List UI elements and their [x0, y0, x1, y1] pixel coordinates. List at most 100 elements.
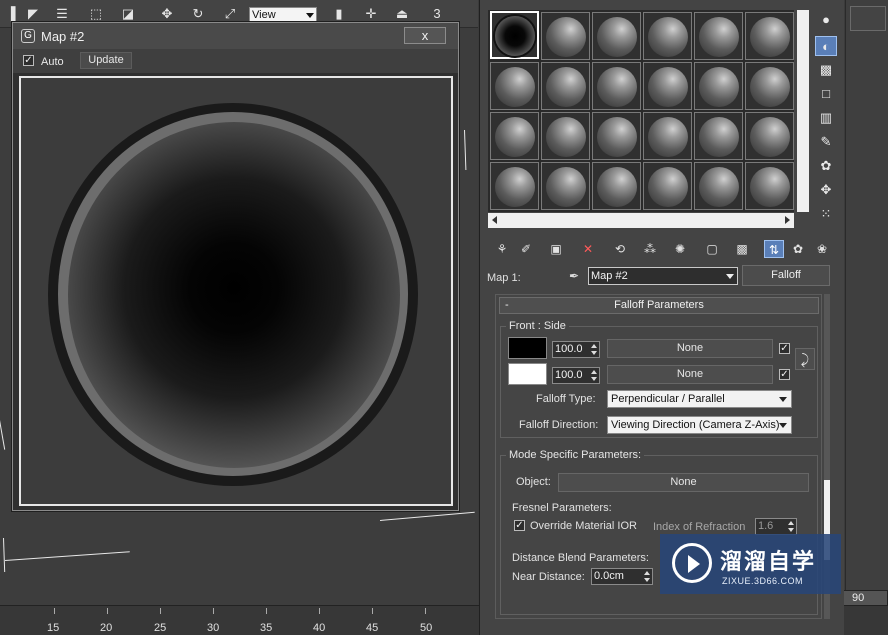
eyedropper-icon[interactable]: ✒	[566, 268, 582, 284]
rect-selection-icon[interactable]: ⬚	[87, 6, 105, 22]
auto-checkbox[interactable]: ✓	[23, 55, 34, 66]
command-panel-box[interactable]	[850, 6, 886, 31]
close-button[interactable]: x	[404, 27, 446, 44]
window-crossing-icon[interactable]: ◪	[119, 6, 137, 22]
near-distance-spinner[interactable]: 0.0cm	[591, 568, 653, 585]
material-slot[interactable]	[541, 62, 590, 110]
viewport-line	[3, 538, 6, 573]
material-slot[interactable]	[490, 112, 539, 160]
sample-uv-tiling-icon[interactable]: □	[815, 84, 837, 104]
material-slot[interactable]	[643, 62, 692, 110]
reset-map-icon[interactable]: ✕	[578, 240, 598, 258]
show-in-viewport-icon[interactable]: ▢	[702, 240, 722, 258]
make-unique-icon[interactable]: ⟲	[610, 240, 630, 258]
material-ball	[546, 167, 586, 207]
material-slot[interactable]	[745, 162, 794, 210]
material-slot[interactable]	[745, 62, 794, 110]
material-slot[interactable]	[592, 162, 641, 210]
material-slot[interactable]	[541, 162, 590, 210]
material-slot[interactable]	[694, 162, 743, 210]
backlight-icon[interactable]: ◐	[815, 36, 837, 56]
front-map-button[interactable]: None	[607, 339, 773, 358]
go-forward-sibling-icon[interactable]: ✿	[788, 240, 808, 258]
front-map-checkbox[interactable]: ✓	[779, 343, 790, 354]
material-slot[interactable]	[694, 112, 743, 160]
material-navigator-icon[interactable]: ⁙	[815, 204, 837, 224]
material-slot[interactable]	[490, 162, 539, 210]
timeline-tick-label: 20	[100, 622, 113, 634]
side-map-button[interactable]: None	[607, 365, 773, 384]
material-slot[interactable]	[541, 112, 590, 160]
front-amount-spinner[interactable]: 100.0	[552, 341, 600, 358]
material-slot[interactable]	[745, 112, 794, 160]
falloff-type-select[interactable]: Perpendicular / Parallel	[607, 390, 792, 408]
select-object-icon[interactable]: ◤	[24, 6, 42, 22]
material-slot[interactable]	[490, 11, 539, 59]
scale-icon[interactable]: ⤢	[221, 6, 239, 22]
side-map-checkbox[interactable]: ✓	[779, 369, 790, 380]
front-color-swatch[interactable]	[508, 337, 547, 359]
put-to-library-icon[interactable]: ⁂	[640, 240, 660, 258]
map-type-button[interactable]: Falloff	[742, 265, 830, 286]
material-ball	[495, 117, 535, 157]
get-material-icon[interactable]: ⚘	[492, 240, 512, 258]
override-ior-checkbox[interactable]: ✓	[514, 520, 525, 531]
scroll-right-icon[interactable]	[785, 216, 790, 224]
map-label: Map 1:	[487, 272, 521, 284]
material-slot[interactable]	[643, 112, 692, 160]
select-manipulate-icon[interactable]: ✛	[362, 6, 380, 22]
go-to-parent-icon[interactable]: ⇅	[764, 240, 784, 258]
object-pick-button[interactable]: None	[558, 473, 809, 492]
material-slot[interactable]	[592, 62, 641, 110]
video-color-check-icon[interactable]: ▥	[815, 108, 837, 128]
material-ball	[750, 67, 790, 107]
material-slot[interactable]	[643, 162, 692, 210]
material-slot[interactable]	[490, 62, 539, 110]
map-window-titlebar[interactable]: G Map #2 x	[13, 23, 458, 49]
select-by-name-icon[interactable]: ☰	[53, 6, 71, 22]
slots-horizontal-scrollbar[interactable]	[488, 213, 794, 228]
material-id-icon[interactable]: ✺	[670, 240, 690, 258]
put-to-scene-icon[interactable]: ✐	[516, 240, 536, 258]
timeline-tick	[425, 608, 426, 614]
sample-type-icon[interactable]: ●	[815, 10, 837, 30]
link-icon[interactable]: ▐	[2, 6, 20, 22]
pick-material-icon[interactable]: ❀	[812, 240, 832, 258]
rotate-icon[interactable]: ↻	[189, 6, 207, 22]
assign-to-selection-icon[interactable]: ▣	[546, 240, 566, 258]
reference-coordinate-select[interactable]: View	[249, 7, 317, 22]
show-end-result-icon[interactable]: ▩	[732, 240, 752, 258]
snap-toggle[interactable]: 3	[428, 6, 446, 22]
slots-vertical-scrollbar[interactable]	[797, 10, 809, 212]
scroll-left-icon[interactable]	[492, 216, 497, 224]
map-name-field[interactable]: Map #2	[588, 267, 738, 285]
app-logo-icon: G	[21, 29, 35, 43]
material-slot[interactable]	[592, 12, 641, 60]
background-icon[interactable]: ▩	[815, 60, 837, 80]
rollup-header[interactable]: - Falloff Parameters	[499, 297, 819, 314]
material-ball	[699, 17, 739, 57]
falloff-direction-select[interactable]: Viewing Direction (Camera Z-Axis)	[607, 416, 792, 434]
material-slot[interactable]	[541, 12, 590, 60]
timeline-tick	[213, 608, 214, 614]
ior-spinner[interactable]: 1.6	[755, 518, 797, 535]
timeline-tick-label: 40	[313, 622, 326, 634]
material-slot[interactable]	[694, 62, 743, 110]
material-slot[interactable]	[643, 12, 692, 60]
move-icon[interactable]: ✥	[158, 6, 176, 22]
keyboard-shortcut-icon[interactable]: ⏏	[393, 6, 411, 22]
material-slot[interactable]	[694, 12, 743, 60]
select-by-material-icon[interactable]: ✥	[815, 180, 837, 200]
swap-colors-button[interactable]: ⤸	[795, 348, 815, 370]
side-amount-spinner[interactable]: 100.0	[552, 367, 600, 384]
side-color-swatch[interactable]	[508, 363, 547, 385]
timeline-end-frame[interactable]: 90	[843, 590, 888, 606]
options-icon[interactable]: ✿	[815, 156, 837, 176]
update-button[interactable]: Update	[80, 52, 132, 69]
make-preview-icon[interactable]: ✎	[815, 132, 837, 152]
map-preview	[19, 76, 453, 506]
material-slot[interactable]	[745, 12, 794, 60]
ior-label: Index of Refraction	[653, 521, 746, 533]
pivot-icon[interactable]: ▮	[330, 6, 348, 22]
material-slot[interactable]	[592, 112, 641, 160]
